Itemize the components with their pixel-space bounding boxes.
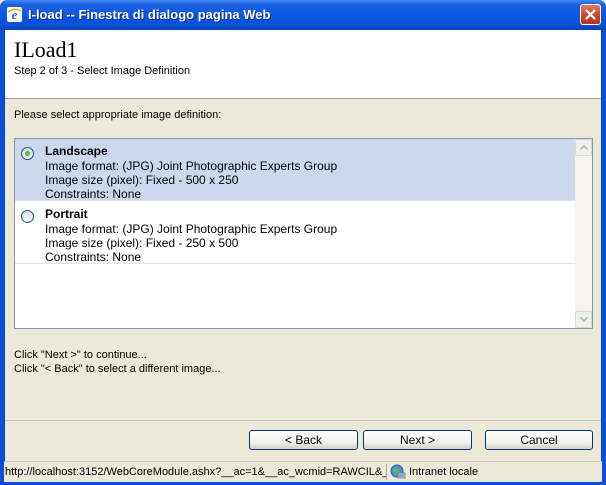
- definition-format: Image format: (JPG) Joint Photographic E…: [45, 159, 338, 173]
- wizard-header: ILoad1 Step 2 of 3 - Select Image Defini…: [5, 30, 601, 99]
- step-indicator: Step 2 of 3 - Select Image Definition: [14, 65, 191, 77]
- selection-prompt: Please select appropriate image definiti…: [14, 109, 222, 121]
- radio-landscape[interactable]: [21, 147, 34, 160]
- next-button[interactable]: Next >: [363, 430, 472, 450]
- security-zone-label: Intranet locale: [409, 466, 479, 478]
- back-hint: Click "< Back" to select a different ima…: [14, 363, 221, 375]
- footer-divider: [5, 420, 601, 421]
- cancel-button[interactable]: Cancel: [485, 430, 593, 450]
- radio-portrait[interactable]: [21, 210, 34, 223]
- image-definition-list[interactable]: Landscape Image format: (JPG) Joint Phot…: [14, 138, 593, 329]
- definition-format: Image format: (JPG) Joint Photographic E…: [45, 222, 338, 236]
- definition-item-landscape[interactable]: Landscape Image format: (JPG) Joint Phot…: [15, 139, 576, 201]
- page-title: ILoad1: [14, 37, 78, 62]
- status-divider: [386, 464, 387, 480]
- intranet-globe-icon: [390, 464, 406, 479]
- dialog-window: e I-load -- Finestra di dialogo pagina W…: [0, 0, 606, 485]
- window-frame-right: [602, 30, 606, 485]
- title-bar[interactable]: e I-load -- Finestra di dialogo pagina W…: [0, 0, 606, 30]
- chevron-down-icon: [580, 317, 588, 322]
- dialog-body: ILoad1 Step 2 of 3 - Select Image Defini…: [4, 30, 602, 461]
- scroll-down-button[interactable]: [575, 311, 592, 328]
- definition-constraints: Constraints: None: [45, 187, 142, 201]
- window-title: I-load -- Finestra di dialogo pagina Web: [28, 7, 271, 22]
- scroll-up-button[interactable]: [575, 139, 592, 156]
- definition-name: Portrait: [45, 207, 88, 221]
- definition-name: Landscape: [45, 144, 108, 158]
- close-button[interactable]: [580, 4, 601, 25]
- close-icon: [585, 9, 596, 20]
- chevron-up-icon: [580, 145, 588, 150]
- definition-size: Image size (pixel): Fixed - 250 x 500: [45, 236, 239, 250]
- definition-item-portrait[interactable]: Portrait Image format: (JPG) Joint Photo…: [15, 202, 576, 264]
- definition-constraints: Constraints: None: [45, 250, 142, 264]
- list-scrollbar[interactable]: [575, 139, 592, 328]
- status-bar: http://localhost:3152/WebCoreModule.ashx…: [4, 461, 602, 482]
- definition-size: Image size (pixel): Fixed - 500 x 250: [45, 173, 239, 187]
- status-url: http://localhost:3152/WebCoreModule.ashx…: [5, 466, 386, 478]
- next-hint: Click "Next >" to continue...: [14, 349, 147, 361]
- ie-icon: e: [7, 7, 22, 22]
- back-button[interactable]: < Back: [249, 430, 358, 450]
